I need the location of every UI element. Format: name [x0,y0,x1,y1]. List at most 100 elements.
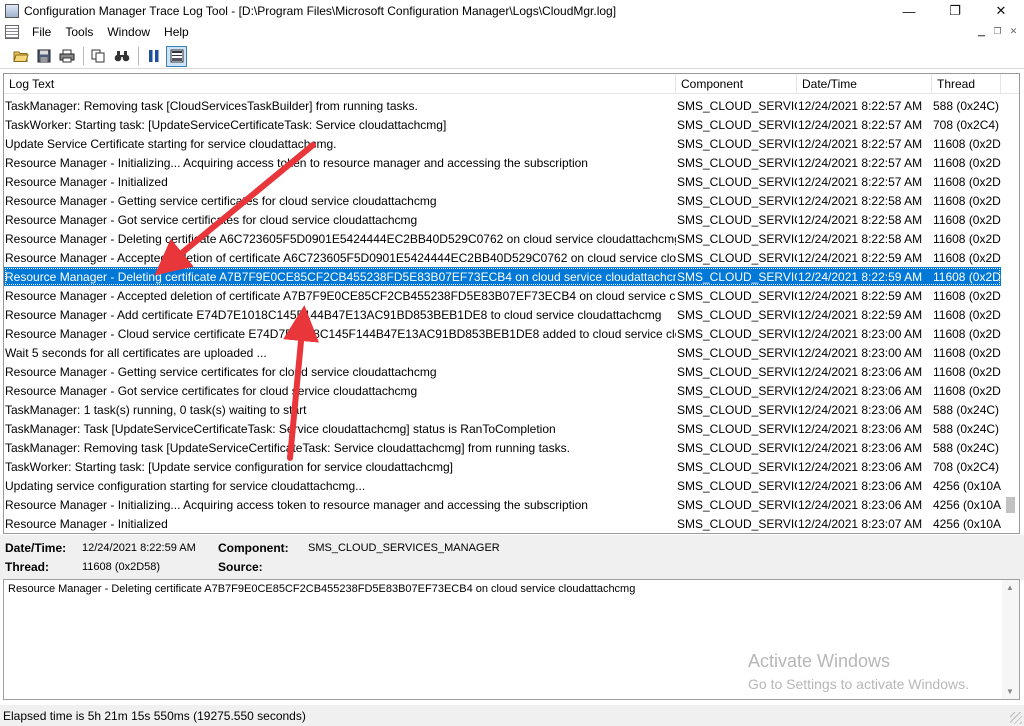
component-cell: SMS_CLOUD_SERVICE [677,516,797,531]
log-text-cell: Resource Manager - Getting service certi… [5,364,437,379]
component-cell: SMS_CLOUD_SERVICE [677,174,797,189]
component-cell: SMS_CLOUD_SERVICE [677,193,797,208]
details-toggle-icon[interactable] [166,45,187,67]
log-row[interactable]: TaskManager: Task [UpdateServiceCertific… [4,419,1001,438]
thread-cell: 588 (0x24C) [933,440,1000,455]
thread-cell: 11608 (0x2D5 [933,155,1001,170]
menu-window[interactable]: Window [100,25,157,39]
log-row[interactable]: TaskManager: Removing task [CloudService… [4,96,1001,115]
datetime-cell: 12/24/2021 8:22:57 AM [798,136,923,151]
column-header-datetime[interactable]: Date/Time [797,74,932,94]
menu-help[interactable]: Help [157,25,196,39]
thread-cell: 11608 (0x2D5 [933,136,1001,151]
datetime-cell: 12/24/2021 8:23:06 AM [798,478,923,493]
log-text-cell: Resource Manager - Initialized [5,516,168,531]
log-row[interactable]: Updating service configuration starting … [4,476,1001,495]
copy-icon[interactable] [88,46,109,67]
component-cell: SMS_CLOUD_SERVICE [677,326,797,341]
menu-file[interactable]: File [25,25,58,39]
component-cell: SMS_CLOUD_SERVICE [677,155,797,170]
component-cell: SMS_CLOUD_SERVICE [677,383,797,398]
datetime-cell: 12/24/2021 8:22:57 AM [798,117,923,132]
datetime-cell: 12/24/2021 8:22:59 AM [798,269,923,284]
log-rows: TaskManager: Removing task [CloudService… [4,96,1001,533]
message-scrollbar[interactable]: ▲ ▼ [1002,580,1019,699]
print-icon[interactable] [56,46,77,67]
mdi-restore-icon[interactable]: ❐ [991,25,1004,38]
log-text-cell: Resource Manager - Getting service certi… [5,193,437,208]
thread-cell: 11608 (0x2D5 [933,212,1001,227]
log-row[interactable]: Wait 5 seconds for all certificates are … [4,343,1001,362]
thread-cell: 11608 (0x2D5 [933,307,1001,322]
log-row[interactable]: Resource Manager - Accepted deletion of … [4,248,1001,267]
activation-watermark-subtitle: Go to Settings to activate Windows. [748,676,969,692]
component-cell: SMS_CLOUD_SERVICE [677,307,797,322]
find-icon[interactable] [111,46,132,67]
log-row[interactable]: TaskWorker: Starting task: [UpdateServic… [4,115,1001,134]
log-row[interactable]: TaskManager: 1 task(s) running, 0 task(s… [4,400,1001,419]
thread-value: 11608 (0x2D58) [82,561,161,573]
log-text-cell: Resource Manager - Deleting certificate … [5,269,676,284]
log-row[interactable]: Resource Manager - Accepted deletion of … [4,286,1001,305]
column-header-thread[interactable]: Thread [932,74,1001,94]
component-label: Component: [218,541,289,555]
scrollbar-thumb[interactable] [1006,497,1015,513]
scroll-up-icon[interactable]: ▲ [1006,583,1014,592]
menu-tools[interactable]: Tools [58,25,100,39]
title-bar: Configuration Manager Trace Log Tool - [… [0,0,1024,22]
log-row[interactable]: Resource Manager - Initialized SMS_CLOUD_… [4,514,1001,533]
component-cell: SMS_CLOUD_SERVICE [677,250,797,265]
log-text-cell: Resource Manager - Add certificate E74D7… [5,307,662,322]
open-icon[interactable] [10,46,31,67]
log-text-cell: Updating service configuration starting … [5,478,366,493]
log-row-selected[interactable]: Resource Manager - Deleting certificate … [4,267,1001,286]
log-row[interactable]: Resource Manager - Initializing... Acqui… [4,153,1001,172]
thread-cell: 11608 (0x2D5 [933,364,1001,379]
close-button[interactable]: ✕ [978,0,1024,22]
log-row[interactable]: TaskManager: Removing task [UpdateServic… [4,438,1001,457]
restore-button[interactable]: ❐ [932,0,978,22]
document-icon[interactable] [5,25,19,39]
log-row[interactable]: Resource Manager - Getting service certi… [4,362,1001,381]
mdi-close-icon[interactable]: ✕ [1007,25,1020,38]
toolbar-separator [83,47,84,65]
log-text-cell: TaskWorker: Starting task: [UpdateServic… [5,117,447,132]
log-text-cell: Resource Manager - Cloud service certifi… [5,326,676,341]
log-row[interactable]: Update Service Certificate starting for … [4,134,1001,153]
resize-grip-icon[interactable] [1010,712,1022,724]
column-header-log-text[interactable]: Log Text [4,74,676,94]
minimize-button[interactable]: — [886,0,932,22]
log-text-cell: Resource Manager - Initializing... Acqui… [5,497,588,512]
log-row[interactable]: Resource Manager - Initialized SMS_CLOUD_… [4,172,1001,191]
log-row[interactable]: Resource Manager - Add certificate E74D7… [4,305,1001,324]
save-icon[interactable] [33,46,54,67]
log-text-cell: Resource Manager - Initialized [5,174,168,189]
mdi-minimize-icon[interactable]: ▁ [975,25,988,38]
log-row[interactable]: Resource Manager - Cloud service certifi… [4,324,1001,343]
component-cell: SMS_CLOUD_SERVICE [677,136,797,151]
log-row[interactable]: Resource Manager - Getting service certi… [4,191,1001,210]
column-header-component[interactable]: Component [676,74,797,94]
log-list[interactable]: Log Text Component Date/Time Thread Task… [3,73,1020,534]
log-row[interactable]: TaskWorker: Starting task: [Update servi… [4,457,1001,476]
log-row[interactable]: Resource Manager - Deleting certificate … [4,229,1001,248]
datetime-cell: 12/24/2021 8:22:57 AM [798,155,923,170]
thread-cell: 11608 (0x2D5 [933,288,1001,303]
log-row[interactable]: Resource Manager - Got service certifica… [4,381,1001,400]
thread-cell: 11608 (0x2D5 [933,326,1001,341]
datetime-cell: 12/24/2021 8:23:06 AM [798,497,923,512]
log-row[interactable]: Resource Manager - Initializing... Acqui… [4,495,1001,514]
thread-cell: 708 (0x2C4) [933,459,1000,474]
datetime-cell: 12/24/2021 8:22:57 AM [798,174,923,189]
app-icon [5,4,19,18]
component-cell: SMS_CLOUD_SERVICE [677,497,797,512]
pause-icon[interactable] [143,46,164,67]
datetime-cell: 12/24/2021 8:23:06 AM [798,459,923,474]
scroll-down-icon[interactable]: ▼ [1006,687,1014,696]
component-cell: SMS_CLOUD_SERVICE [677,421,797,436]
log-list-scrollbar[interactable] [1002,95,1019,533]
thread-cell: 4256 (0x10A( [933,516,1001,531]
elapsed-time-text: Elapsed time is 5h 21m 15s 550ms (19275.… [3,709,306,723]
log-row[interactable]: Resource Manager - Got service certifica… [4,210,1001,229]
datetime-cell: 12/24/2021 8:23:06 AM [798,440,923,455]
